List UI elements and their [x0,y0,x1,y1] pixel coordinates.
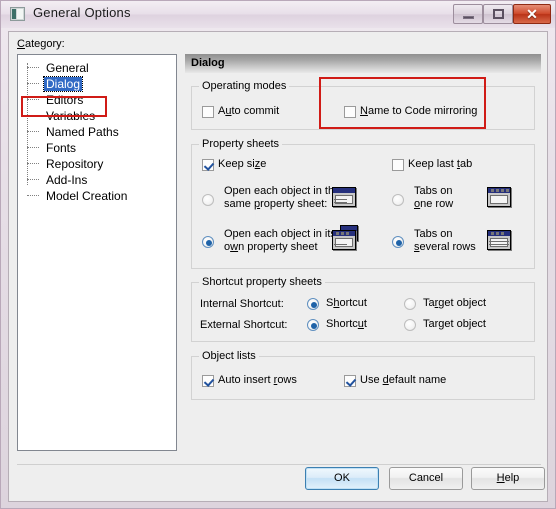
cancel-button[interactable]: Cancel [389,467,463,490]
tree-item-model-creation[interactable]: Model Creation [18,188,176,204]
tree-item-add-ins[interactable]: Add-Ins [18,172,176,188]
tree-item-dialog[interactable]: Dialog [18,76,176,92]
keep-size-label: Keep size [218,158,267,170]
tree-item-label: Fonts [46,141,77,155]
name-to-code-mirroring-checkbox[interactable] [344,106,356,118]
tree-item-label: Dialog [42,76,84,92]
pane-header: Dialog [185,54,541,73]
internal-target-object-radio[interactable] [404,298,416,310]
general-options-window: General Options ✕ Category: General Dial… [0,0,556,509]
tree-item-label: General [46,61,89,75]
window-options-icon [10,7,25,21]
internal-shortcut-label: Internal Shortcut: [200,298,284,310]
use-default-name-label: Use default name [360,374,447,386]
keep-last-tab-checkbox[interactable] [392,159,404,171]
group-shortcut-property-sheets: Shortcut property sheets Internal Shortc… [191,276,535,342]
tree-item-repository[interactable]: Repository [18,156,176,172]
name-to-code-mirroring-label: Name to Code mirroring [360,105,478,117]
internal-target-object-label: Target object [423,297,486,309]
tree-item-label: Repository [46,157,104,171]
group-title-operating-modes: Operating modes [199,80,290,92]
multiple-property-sheets-icon [332,230,356,250]
minimize-button[interactable] [453,4,483,24]
tree-item-variables[interactable]: Variables [18,108,176,124]
pane-header-title: Dialog [191,57,225,69]
tabs-one-row-radio[interactable] [392,194,404,206]
group-title-object-lists: Object lists [199,350,259,362]
single-property-sheet-icon [332,187,356,207]
category-tree[interactable]: General Dialog Editors Variables Named P… [17,54,177,451]
open-own-property-sheet-radio[interactable] [202,236,214,248]
internal-shortcut-option-label: Shortcut [326,297,367,309]
tree-item-editors[interactable]: Editors [18,92,176,108]
tabs-one-row-icon [487,187,511,207]
tree-item-general[interactable]: General [18,60,176,76]
maximize-icon [493,9,504,19]
tabs-one-row-label: Tabs on one row [414,185,454,210]
group-title-shortcut-property-sheets: Shortcut property sheets [199,276,325,288]
group-operating-modes: Operating modes Auto commit Name to Code… [191,80,535,130]
maximize-button[interactable] [483,4,513,24]
auto-insert-rows-label: Auto insert rows [218,374,297,386]
title-bar[interactable]: General Options ✕ [1,1,555,28]
tabs-several-rows-radio[interactable] [392,236,404,248]
ok-button[interactable]: OK [305,467,379,490]
tabs-several-rows-icon [487,230,511,250]
group-property-sheets: Property sheets Keep size Keep last tab … [191,138,535,269]
auto-commit-label: Auto commit [218,105,280,117]
dialog-client-area: Category: General Dialog Editors Variabl… [8,31,548,502]
close-icon: ✕ [526,6,538,22]
category-label: Category: [17,38,65,50]
tree-item-label: Model Creation [46,189,128,203]
use-default-name-checkbox[interactable] [344,375,356,387]
keep-size-checkbox[interactable] [202,159,214,171]
tree-item-label: Add-Ins [46,173,88,187]
group-title-property-sheets: Property sheets [199,138,283,150]
internal-shortcut-radio[interactable] [307,298,319,310]
open-same-property-sheet-label: Open each object in the same property she… [224,185,341,210]
open-own-property-sheet-label: Open each object in its own property shee… [224,228,336,253]
tree-item-label: Named Paths [46,125,119,139]
auto-insert-rows-checkbox[interactable] [202,375,214,387]
close-button[interactable]: ✕ [513,4,551,24]
external-shortcut-label: External Shortcut: [200,319,288,331]
external-shortcut-option-label: Shortcut [326,318,367,330]
tree-item-fonts[interactable]: Fonts [18,140,176,156]
external-shortcut-radio[interactable] [307,319,319,331]
tree-item-label: Editors [46,93,84,107]
external-target-object-label: Target object [423,318,486,330]
window-title: General Options [33,5,131,20]
tabs-several-rows-label: Tabs on several rows [414,228,476,253]
minimize-icon [463,16,474,19]
external-target-object-radio[interactable] [404,319,416,331]
tree-item-label: Variables [46,109,96,123]
tree-item-named-paths[interactable]: Named Paths [18,124,176,140]
open-same-property-sheet-radio[interactable] [202,194,214,206]
keep-last-tab-label: Keep last tab [408,158,473,170]
auto-commit-checkbox[interactable] [202,106,214,118]
footer-separator [17,464,541,465]
help-button[interactable]: Help [471,467,545,490]
group-object-lists: Object lists Auto insert rows Use defaul… [191,350,535,400]
dialog-settings-pane: Dialog Operating modes Auto commit Name … [185,54,541,451]
